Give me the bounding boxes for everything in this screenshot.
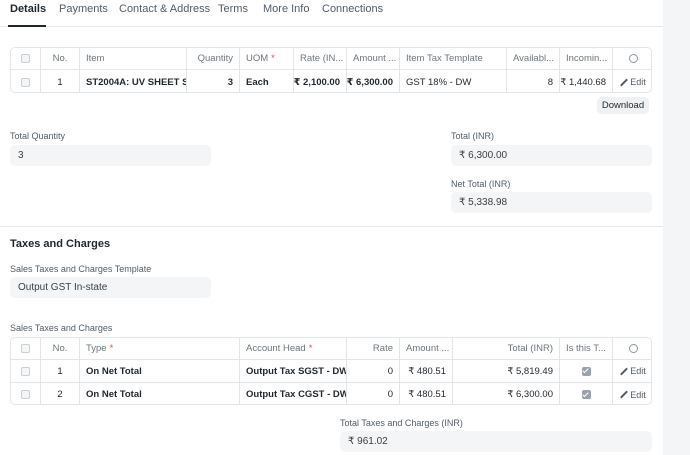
net-total-field: ₹ 5,338.98: [451, 192, 652, 213]
tax-template-label: Sales Taxes and Charges Template: [10, 264, 152, 274]
table-row[interactable]: 2 On Net Total Output Tax CGST - DW 0 ₹ …: [11, 383, 651, 404]
row-checkbox[interactable]: [21, 390, 30, 399]
taxes-table: No. Type * Account Head * Rate Amount ... …: [10, 337, 652, 405]
taxes-column-settings-cell[interactable]: [613, 338, 651, 359]
row-uom[interactable]: Each: [240, 70, 294, 92]
pencil-icon: [620, 79, 627, 86]
total-taxes-field: ₹ 961.02: [340, 431, 652, 452]
tab-bar: Details Payments Contact & Address Terms…: [0, 0, 663, 27]
row-rate[interactable]: 0: [347, 360, 400, 382]
row-checkbox-cell[interactable]: [11, 70, 41, 92]
row-no: 1: [41, 360, 80, 382]
row-edit-button[interactable]: Edit: [613, 70, 651, 92]
taxes-table-header: No. Type * Account Head * Rate Amount ... …: [11, 338, 651, 360]
tab-terms[interactable]: Terms: [218, 3, 248, 15]
column-settings-cell[interactable]: [613, 48, 651, 69]
col-item: Item: [80, 48, 187, 69]
select-all-checkbox-cell[interactable]: [11, 48, 41, 69]
total-field: ₹ 6,300.00: [451, 145, 652, 166]
row-checkbox[interactable]: [21, 77, 30, 87]
row-included-checkbox-cell[interactable]: [560, 360, 613, 382]
tab-connections[interactable]: Connections: [322, 3, 383, 15]
taxes-select-all-checkbox[interactable]: [21, 344, 30, 353]
row-incoming: ₹ 1,440.68: [560, 70, 613, 92]
taxes-section-title: Taxes and Charges: [10, 238, 111, 250]
row-no: 2: [41, 383, 80, 404]
gear-icon[interactable]: [628, 344, 638, 353]
tax-col-rate: Rate: [347, 338, 400, 359]
edit-label: Edit: [630, 389, 646, 400]
row-rate[interactable]: ₹ 2,100.00: [294, 70, 347, 92]
col-available: Availabl...: [507, 48, 560, 69]
taxes-table-label: Sales Taxes and Charges: [10, 323, 113, 333]
items-table: No. Item Quantity UOM * Rate (IN... Amoun…: [10, 47, 652, 93]
download-button[interactable]: Download: [597, 97, 649, 114]
gear-icon[interactable]: [628, 54, 638, 63]
col-amount: Amount ...: [347, 48, 400, 69]
row-rate[interactable]: 0: [347, 383, 400, 404]
tax-col-no: No.: [41, 338, 80, 359]
tab-contact-address[interactable]: Contact & Address: [119, 3, 210, 15]
col-quantity: Quantity: [187, 48, 240, 69]
row-amount: ₹ 480.51: [400, 383, 453, 404]
row-amount: ₹ 480.51: [400, 360, 453, 382]
row-available: 8: [507, 70, 560, 92]
row-included-checkbox-cell[interactable]: [560, 383, 613, 404]
row-type[interactable]: On Net Total: [80, 360, 240, 382]
row-included-checkbox[interactable]: [581, 366, 591, 376]
table-row[interactable]: 1 On Net Total Output Tax SGST - DW 0 ₹ …: [11, 360, 651, 383]
row-item[interactable]: ST2004A: UV SHEET S...: [80, 70, 187, 92]
pencil-icon: [620, 368, 627, 375]
tax-col-included: Is this T...: [560, 338, 613, 359]
edit-label: Edit: [630, 77, 646, 87]
edit-label: Edit: [630, 366, 646, 376]
row-checkbox[interactable]: [21, 366, 30, 376]
col-item-tax-template: Item Tax Template: [400, 48, 507, 69]
row-total: ₹ 6,300.00: [453, 383, 560, 404]
col-no: No.: [41, 48, 80, 69]
row-checkbox-cell[interactable]: [11, 383, 41, 404]
total-label: Total (INR): [451, 131, 495, 141]
tax-col-total: Total (INR): [453, 338, 560, 359]
tax-col-account-head: Account Head *: [240, 338, 347, 359]
tab-payments[interactable]: Payments: [59, 3, 108, 15]
taxes-select-all-cell[interactable]: [11, 338, 41, 359]
select-all-checkbox[interactable]: [21, 54, 30, 63]
row-account-head[interactable]: Output Tax SGST - DW: [240, 360, 347, 382]
table-row[interactable]: 1 ST2004A: UV SHEET S... 3 Each ₹ 2,100.…: [11, 70, 651, 92]
row-total: ₹ 5,819.49: [453, 360, 560, 382]
row-quantity[interactable]: 3: [187, 70, 240, 92]
tab-more-info[interactable]: More Info: [263, 3, 309, 15]
col-rate: Rate (IN...: [294, 48, 347, 69]
total-taxes-label: Total Taxes and Charges (INR): [340, 418, 463, 428]
row-no: 1: [41, 70, 80, 92]
row-edit-button[interactable]: Edit: [613, 360, 651, 382]
tax-col-type: Type *: [80, 338, 240, 359]
tax-col-amount: Amount ...: [400, 338, 453, 359]
total-quantity-field: 3: [10, 145, 211, 166]
row-type[interactable]: On Net Total: [80, 383, 240, 404]
form-card: Details Payments Contact & Address Terms…: [0, 0, 663, 455]
tab-details[interactable]: Details: [10, 3, 46, 15]
col-uom: UOM *: [240, 48, 294, 69]
items-table-header: No. Item Quantity UOM * Rate (IN... Amoun…: [11, 48, 651, 70]
row-tax-template[interactable]: GST 18% - DW: [400, 70, 507, 92]
section-divider: [0, 226, 663, 227]
row-amount: ₹ 6,300.00: [347, 70, 400, 92]
col-incoming: Incomin...: [560, 48, 613, 69]
row-account-head[interactable]: Output Tax CGST - DW: [240, 383, 347, 404]
total-quantity-label: Total Quantity: [10, 131, 66, 141]
page-gutter: [663, 0, 690, 455]
tax-template-field[interactable]: Output GST In-state: [10, 277, 211, 298]
active-tab-indicator: [8, 25, 46, 27]
row-edit-button[interactable]: Edit: [613, 383, 651, 404]
row-checkbox-cell[interactable]: [11, 360, 41, 382]
row-included-checkbox[interactable]: [581, 390, 591, 399]
pencil-icon: [620, 391, 627, 398]
net-total-label: Net Total (INR): [451, 179, 511, 189]
